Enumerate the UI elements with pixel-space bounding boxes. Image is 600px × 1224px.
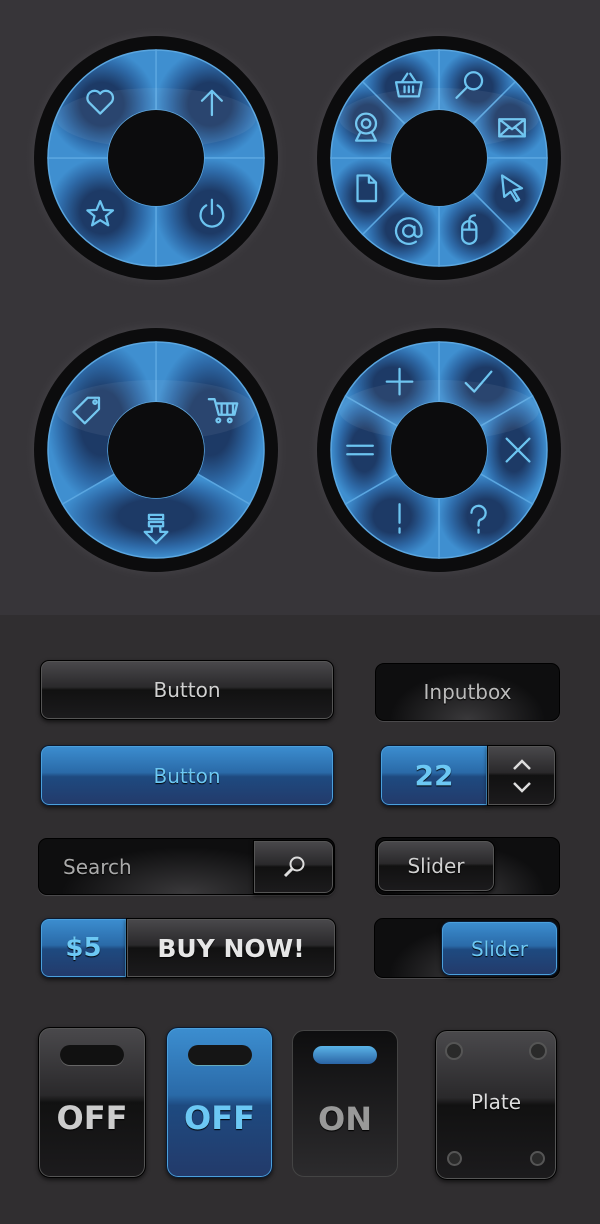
radial-menu-tools [307,26,571,290]
stepper-value-text: 22 [414,759,454,792]
radial-menu-actions [307,318,571,582]
blue-button[interactable]: Button [40,745,334,806]
toggle-on[interactable]: ON [292,1030,398,1177]
slider-knob-2[interactable]: Slider [441,921,558,976]
toggle-indicator [313,1046,377,1064]
search-icon [283,856,304,878]
menu-center-hole [108,110,204,206]
toggle-slot [188,1045,252,1065]
inputbox[interactable]: Inputbox [375,663,560,721]
toggle-off-blue[interactable]: OFF [166,1027,273,1178]
screw-icon [445,1042,463,1060]
plate-label: Plate [470,1090,522,1114]
dark-button[interactable]: Button [40,660,334,720]
screw-icon [447,1151,462,1166]
price-tag: $5 [40,918,127,978]
toggle-off-dark[interactable]: OFF [38,1027,146,1178]
slider-knob-1[interactable]: Slider [377,840,495,892]
dark-button-label: Button [153,678,221,702]
toggle-1-label: OFF [56,1098,128,1137]
radial-menu-basic [24,26,288,290]
menu-center-hole [108,402,204,498]
stepper-arrows[interactable] [487,745,556,806]
slider-1-label: Slider [407,854,465,878]
radial-menus [24,26,571,582]
menu-center-hole [391,402,487,498]
menu-center-hole [391,110,487,206]
screw-icon [529,1042,547,1060]
price-text: $5 [65,933,102,963]
search-button[interactable] [253,840,334,894]
blue-button-label: Button [153,763,221,788]
toggle-3-label: ON [318,1099,372,1138]
screw-icon [530,1151,545,1166]
search-placeholder: Search [63,854,132,879]
inputbox-text: Inputbox [423,680,512,704]
buy-now-label: BUY NOW! [157,933,305,963]
plate: Plate [435,1030,557,1180]
chevron-down-icon[interactable] [511,780,533,794]
buy-now-button[interactable]: BUY NOW! [126,918,336,978]
chevron-up-icon[interactable] [511,758,533,772]
toggle-2-label: OFF [184,1098,255,1137]
toggle-slot [60,1045,124,1065]
stepper-value[interactable]: 22 [380,745,488,806]
radial-menu-shop [24,318,288,582]
slider-2-label: Slider [470,936,529,961]
